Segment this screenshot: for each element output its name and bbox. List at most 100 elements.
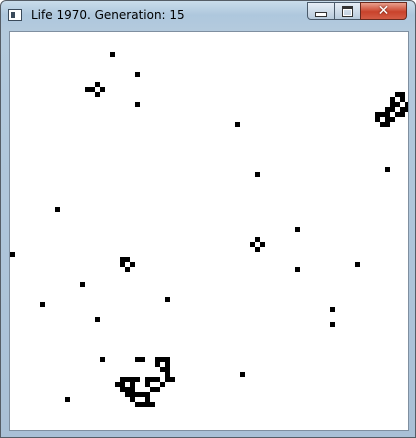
live-cell bbox=[40, 302, 45, 307]
live-cell bbox=[295, 267, 300, 272]
life-board-area[interactable] bbox=[9, 31, 409, 431]
live-cell bbox=[235, 122, 240, 127]
live-cell bbox=[135, 102, 140, 107]
live-cell bbox=[165, 297, 170, 302]
live-cell bbox=[390, 102, 395, 107]
live-cell bbox=[125, 387, 130, 392]
live-cell bbox=[170, 377, 175, 382]
live-cell bbox=[395, 102, 400, 107]
live-cell bbox=[395, 92, 400, 97]
live-cell bbox=[355, 262, 360, 267]
live-cell bbox=[330, 322, 335, 327]
live-cell bbox=[145, 402, 150, 407]
live-cell bbox=[65, 397, 70, 402]
live-cell bbox=[295, 227, 300, 232]
live-cell bbox=[385, 112, 390, 117]
live-cell bbox=[260, 242, 265, 247]
live-cell bbox=[130, 377, 135, 382]
live-cell bbox=[120, 262, 125, 267]
live-cell bbox=[155, 362, 160, 367]
live-cell bbox=[145, 377, 150, 382]
live-cell bbox=[160, 367, 165, 372]
live-cell bbox=[400, 97, 405, 102]
maximize-button[interactable] bbox=[334, 2, 361, 20]
live-cell bbox=[255, 172, 260, 177]
live-cell bbox=[155, 357, 160, 362]
live-cell bbox=[90, 87, 95, 92]
live-cell bbox=[120, 257, 125, 262]
live-cell bbox=[125, 267, 130, 272]
live-cell bbox=[120, 382, 125, 387]
live-cell bbox=[135, 357, 140, 362]
live-cell bbox=[145, 392, 150, 397]
live-cell bbox=[135, 377, 140, 382]
live-cell bbox=[130, 397, 135, 402]
live-cell bbox=[95, 317, 100, 322]
live-cell bbox=[400, 107, 405, 112]
live-cell bbox=[165, 362, 170, 367]
live-cell bbox=[120, 377, 125, 382]
live-cell bbox=[95, 92, 100, 97]
live-cell bbox=[385, 122, 390, 127]
live-cell bbox=[385, 167, 390, 172]
live-cell bbox=[110, 52, 115, 57]
live-cell bbox=[135, 402, 140, 407]
app-icon[interactable] bbox=[8, 9, 22, 21]
live-cell bbox=[125, 377, 130, 382]
live-cell bbox=[255, 247, 260, 252]
live-cell bbox=[150, 402, 155, 407]
live-cell bbox=[165, 372, 170, 377]
live-cell bbox=[55, 207, 60, 212]
close-button[interactable]: ✕ bbox=[360, 2, 407, 20]
maximize-icon bbox=[342, 5, 353, 17]
live-cell bbox=[160, 382, 165, 387]
live-cell bbox=[80, 282, 85, 287]
live-cell bbox=[85, 87, 90, 92]
live-cell bbox=[400, 92, 405, 97]
live-cell bbox=[10, 252, 15, 257]
live-cell bbox=[390, 117, 395, 122]
live-cell bbox=[120, 387, 125, 392]
title-bar[interactable]: Life 1970. Generation: 15 ✕ bbox=[1, 1, 415, 29]
live-cell bbox=[130, 392, 135, 397]
live-cell bbox=[165, 357, 170, 362]
close-icon: ✕ bbox=[377, 3, 390, 19]
live-cell bbox=[125, 257, 130, 262]
live-cell bbox=[255, 237, 260, 242]
live-cell bbox=[140, 357, 145, 362]
app-window: Life 1970. Generation: 15 ✕ bbox=[0, 0, 416, 438]
live-cell bbox=[375, 112, 380, 117]
live-cell bbox=[140, 392, 145, 397]
live-cell bbox=[405, 102, 408, 107]
window-title: Life 1970. Generation: 15 bbox=[31, 8, 185, 22]
minimize-icon bbox=[315, 11, 327, 17]
live-cell bbox=[95, 82, 100, 87]
live-cell bbox=[100, 87, 105, 92]
live-cell bbox=[330, 307, 335, 312]
live-cell bbox=[395, 112, 400, 117]
live-cell bbox=[405, 107, 408, 112]
live-cell bbox=[385, 117, 390, 122]
live-cell bbox=[150, 387, 155, 392]
live-cell bbox=[145, 382, 150, 387]
live-cell bbox=[400, 112, 405, 117]
live-cell bbox=[380, 122, 385, 127]
minimize-button[interactable] bbox=[307, 2, 335, 20]
live-cell bbox=[375, 117, 380, 122]
live-cell bbox=[390, 107, 395, 112]
live-cell bbox=[130, 387, 135, 392]
live-cell bbox=[115, 382, 120, 387]
life-board[interactable] bbox=[10, 32, 408, 430]
live-cell bbox=[155, 387, 160, 392]
live-cell bbox=[145, 397, 150, 402]
live-cell bbox=[250, 242, 255, 247]
live-cell bbox=[125, 392, 130, 397]
live-cell bbox=[390, 97, 395, 102]
live-cell bbox=[135, 392, 140, 397]
live-cell bbox=[165, 367, 170, 372]
live-cell bbox=[155, 377, 160, 382]
live-cell bbox=[150, 377, 155, 382]
live-cell bbox=[380, 112, 385, 117]
live-cell bbox=[240, 372, 245, 377]
live-cell bbox=[165, 377, 170, 382]
